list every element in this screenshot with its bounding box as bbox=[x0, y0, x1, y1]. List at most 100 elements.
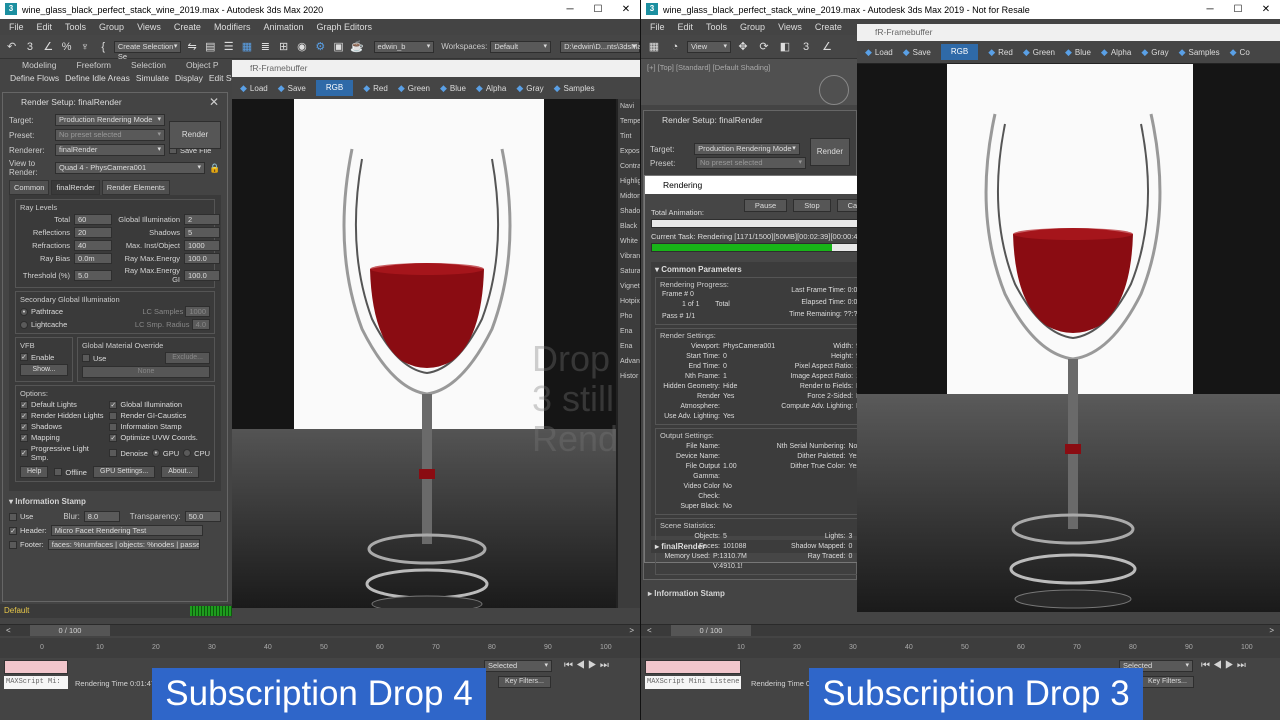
close-icon[interactable]: ✕ bbox=[612, 0, 640, 19]
fb-tool-red[interactable]: ◆ Red bbox=[988, 47, 1013, 58]
menu-item-graph-editors[interactable]: Graph Editors bbox=[316, 22, 372, 32]
spinner-snap-icon[interactable]: ♆ bbox=[77, 38, 92, 56]
stamp-use-checkbox[interactable]: Use bbox=[9, 512, 33, 521]
fb-tool-green[interactable]: ◆ Green bbox=[398, 83, 430, 94]
mapping-checkbox[interactable]: ✓ Mapping bbox=[20, 433, 107, 442]
maxscript-mini[interactable]: MAXScript Mini Listene bbox=[645, 676, 741, 689]
reflections-spinner[interactable]: 20 bbox=[74, 227, 112, 238]
render-teapot-icon[interactable]: ☕ bbox=[349, 38, 364, 56]
side-label-ena[interactable]: Ena bbox=[618, 324, 640, 339]
side-label-shado[interactable]: Shado bbox=[618, 204, 640, 219]
user-dropdown[interactable]: edwin_b bbox=[373, 40, 435, 53]
menu-item-create[interactable]: Create bbox=[815, 22, 842, 32]
about-button[interactable]: About... bbox=[161, 466, 200, 478]
side-label-pho[interactable]: Pho bbox=[618, 309, 640, 324]
menu-item-edit[interactable]: Edit bbox=[678, 22, 694, 32]
side-label-highlig[interactable]: Highlig bbox=[618, 174, 640, 189]
menu-item-edit[interactable]: Edit bbox=[37, 22, 53, 32]
fb-tool-gray[interactable]: ◆ Gray bbox=[516, 83, 543, 94]
fb-tool-red[interactable]: ◆ Red bbox=[363, 83, 388, 94]
side-label-histor[interactable]: Histor bbox=[618, 369, 640, 384]
curve-editor-icon[interactable]: ≣ bbox=[258, 38, 273, 56]
tab-render-elements[interactable]: Render Elements bbox=[101, 180, 170, 195]
gi-spinner[interactable]: 2 bbox=[184, 214, 220, 225]
shadows-checkbox[interactable]: ✓ Shadows bbox=[20, 422, 107, 431]
global-illumination-checkbox[interactable]: ✓ Global Illumination bbox=[109, 400, 210, 409]
cpu-radio[interactable]: CPU bbox=[183, 444, 210, 462]
select-icon[interactable]: ◔ bbox=[666, 38, 684, 56]
fb-tool-alpha[interactable]: ◆ Alpha bbox=[1101, 47, 1131, 58]
ribbon-tool-define-idle-areas[interactable]: Define Idle Areas bbox=[65, 73, 130, 83]
target-dropdown[interactable]: Production Rendering Mode bbox=[55, 114, 165, 126]
ray-max-energy-spinner[interactable]: 100.0 bbox=[184, 253, 220, 264]
side-label-hotpix[interactable]: Hotpix bbox=[618, 294, 640, 309]
footer-field[interactable]: faces: %numfaces | objects: %nodes | pas… bbox=[47, 539, 200, 550]
gi-caustics-checkbox[interactable]: Render GI-Caustics bbox=[109, 411, 210, 420]
use-checkbox[interactable]: Use bbox=[82, 352, 106, 364]
fb-tool-blue[interactable]: ◆ Blue bbox=[440, 83, 466, 94]
key-filters-button[interactable]: Key Filters... bbox=[498, 676, 551, 688]
side-label-vibran[interactable]: Vibran bbox=[618, 249, 640, 264]
selection-set-dropdown[interactable]: Create Selection Se bbox=[113, 40, 182, 61]
side-label-satura[interactable]: Satura bbox=[618, 264, 640, 279]
maxscript-listener-field[interactable] bbox=[645, 660, 741, 674]
fb-tool-save[interactable]: ◆ Save bbox=[903, 47, 931, 58]
preset-dropdown[interactable]: No preset selected bbox=[55, 129, 165, 141]
side-label-advan[interactable]: Advan bbox=[618, 354, 640, 369]
viewport-top[interactable]: [+] [Top] [Standard] [Default Shading] bbox=[641, 59, 857, 105]
project-path[interactable]: D:\edwin\D...nts\3dsMax bbox=[560, 40, 640, 53]
menu-item-animation[interactable]: Animation bbox=[263, 22, 303, 32]
fb-tool-samples[interactable]: ◆ Samples bbox=[1179, 47, 1220, 58]
material-editor-icon[interactable]: ◉ bbox=[294, 38, 309, 56]
viewcube-icon[interactable] bbox=[819, 75, 849, 105]
denoise-checkbox[interactable]: Denoise bbox=[109, 444, 148, 462]
side-label-expos[interactable]: Expos bbox=[618, 144, 640, 159]
angle-snap-icon[interactable]: ∠ bbox=[818, 38, 836, 56]
render-hidden-lights-checkbox[interactable]: ✓ Render Hidden Lights bbox=[20, 411, 107, 420]
layer-icon[interactable]: ☰ bbox=[221, 38, 236, 56]
footer-checkbox[interactable]: Footer: bbox=[9, 540, 44, 549]
schematic-icon[interactable]: ⊞ bbox=[276, 38, 291, 56]
header-field[interactable]: Micro Facet Rendering Test bbox=[50, 525, 203, 536]
maxscript-mini[interactable]: MAXScript Mi: bbox=[4, 676, 68, 689]
frame-counter[interactable]: 0 / 100 bbox=[671, 625, 751, 636]
snap-3d-icon[interactable]: 3 bbox=[22, 38, 37, 56]
select-region-icon[interactable]: ▦ bbox=[645, 38, 663, 56]
snap-3d-icon[interactable]: 3 bbox=[797, 38, 815, 56]
shadows-spinner[interactable]: 5 bbox=[184, 227, 220, 238]
tab-common[interactable]: Common bbox=[9, 180, 50, 195]
fb-tool-save[interactable]: ◆ Save bbox=[278, 83, 306, 94]
fb-tool-alpha[interactable]: ◆ Alpha bbox=[476, 83, 506, 94]
total-spinner[interactable]: 60 bbox=[74, 214, 112, 225]
edit-named-sets-icon[interactable]: { bbox=[96, 38, 111, 56]
ribbon-tab-modeling[interactable]: Modeling bbox=[22, 60, 57, 70]
scale-icon[interactable]: ◧ bbox=[776, 38, 794, 56]
default-lights-checkbox[interactable]: ✓ Default Lights bbox=[20, 400, 107, 409]
blur-spinner[interactable]: 8.0 bbox=[83, 511, 120, 522]
menu-item-group[interactable]: Group bbox=[99, 22, 124, 32]
next-frame-icon[interactable]: > bbox=[629, 626, 634, 635]
gpu-radio[interactable]: • GPU bbox=[151, 444, 179, 462]
menu-item-tools[interactable]: Tools bbox=[706, 22, 727, 32]
minimize-icon[interactable]: ─ bbox=[1196, 0, 1224, 19]
stop-button[interactable]: Stop bbox=[793, 199, 831, 212]
menu-item-tools[interactable]: Tools bbox=[65, 22, 86, 32]
help-button[interactable]: Help bbox=[20, 466, 49, 478]
menu-item-file[interactable]: File bbox=[650, 22, 665, 32]
render-frame-icon[interactable]: ▣ bbox=[331, 38, 346, 56]
fb-tool-load[interactable]: ◆ Load bbox=[240, 83, 268, 94]
threshold-spinner[interactable]: 5.0 bbox=[74, 269, 112, 281]
enable-checkbox[interactable]: ✓ Enable bbox=[20, 353, 54, 362]
transparency-spinner[interactable]: 50.0 bbox=[184, 511, 221, 522]
preset-dropdown[interactable]: No preset selected bbox=[696, 157, 806, 169]
view-to-render-dropdown[interactable]: Quad 4 - PhysCamera001 bbox=[55, 162, 205, 174]
graphite-icon[interactable]: ▦ bbox=[239, 38, 254, 56]
mirror-icon[interactable]: ⇋ bbox=[184, 38, 199, 56]
selection-filter-dropdown[interactable]: Selected bbox=[484, 660, 552, 672]
lightcache-radio[interactable]: Lightcache bbox=[20, 319, 67, 330]
show-button[interactable]: Show... bbox=[20, 363, 68, 376]
info-stamp-rollout[interactable]: ▾ Information Stamp bbox=[9, 497, 221, 506]
percent-snap-icon[interactable]: % bbox=[59, 38, 74, 56]
side-label-tempe[interactable]: Tempe bbox=[618, 114, 640, 129]
minimize-icon[interactable]: ─ bbox=[556, 0, 584, 19]
